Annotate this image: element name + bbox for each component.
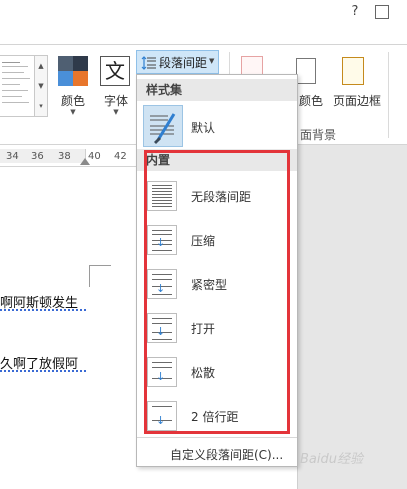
- title-bar: ?: [0, 0, 407, 24]
- theme-colors-icon[interactable]: [58, 56, 88, 86]
- gallery-more-icon[interactable]: ▾: [35, 96, 47, 116]
- paintbrush-icon: [150, 113, 176, 144]
- spellcheck-underline: [0, 309, 88, 311]
- default-style-set-label[interactable]: 默认: [191, 119, 215, 136]
- page-background-group-label: 面背景: [299, 128, 336, 142]
- indent-marker-icon[interactable]: [80, 158, 90, 165]
- theme-fonts-label[interactable]: 字体: [100, 92, 132, 109]
- page-color-label[interactable]: 颜色: [296, 92, 326, 109]
- theme-fonts-icon[interactable]: 文: [100, 56, 130, 86]
- page-color-icon[interactable]: [296, 58, 316, 84]
- custom-spacing-item[interactable]: 自定义段落间距(C)...: [137, 437, 297, 466]
- paragraph-spacing-label: 段落间距: [159, 56, 208, 70]
- watermark-logo: Baidu经验: [300, 452, 363, 467]
- page-borders-icon[interactable]: [342, 57, 364, 85]
- theme-colors-label[interactable]: 颜色: [58, 92, 88, 109]
- default-style-set-item[interactable]: [143, 105, 183, 147]
- ruler-number: 38: [58, 151, 71, 162]
- paragraph-spacing-button[interactable]: 段落间距 ▼: [136, 50, 219, 74]
- highlight-box: [144, 150, 290, 434]
- ruler-number: 34: [6, 151, 19, 162]
- theme-fonts-caret-icon[interactable]: ▼: [100, 108, 132, 116]
- style-set-header: 样式集: [137, 79, 297, 101]
- ribbon-divider: [388, 52, 389, 138]
- page-borders-label[interactable]: 页面边框: [331, 92, 383, 109]
- theme-colors-caret-icon[interactable]: ▼: [58, 108, 88, 116]
- gallery-scroll[interactable]: ▲ ▼ ▾: [34, 55, 48, 117]
- ruler-number: 42: [114, 151, 127, 162]
- paragraph-spacing-caret-icon: ▼: [209, 57, 215, 65]
- paragraph-spacing-icon: [141, 56, 156, 70]
- custom-spacing-label[interactable]: 自定义段落间距(C)...: [170, 446, 283, 463]
- gallery-up-icon[interactable]: ▲: [35, 56, 47, 76]
- document-background: [297, 145, 407, 489]
- ribbon-display-options-icon[interactable]: [375, 5, 389, 19]
- margin-crop-mark: [89, 265, 90, 287]
- help-icon[interactable]: ?: [346, 3, 364, 21]
- margin-crop-mark: [89, 265, 111, 266]
- spellcheck-underline: [0, 370, 88, 372]
- ruler-number: 36: [31, 151, 44, 162]
- gallery-down-icon[interactable]: ▼: [35, 76, 47, 96]
